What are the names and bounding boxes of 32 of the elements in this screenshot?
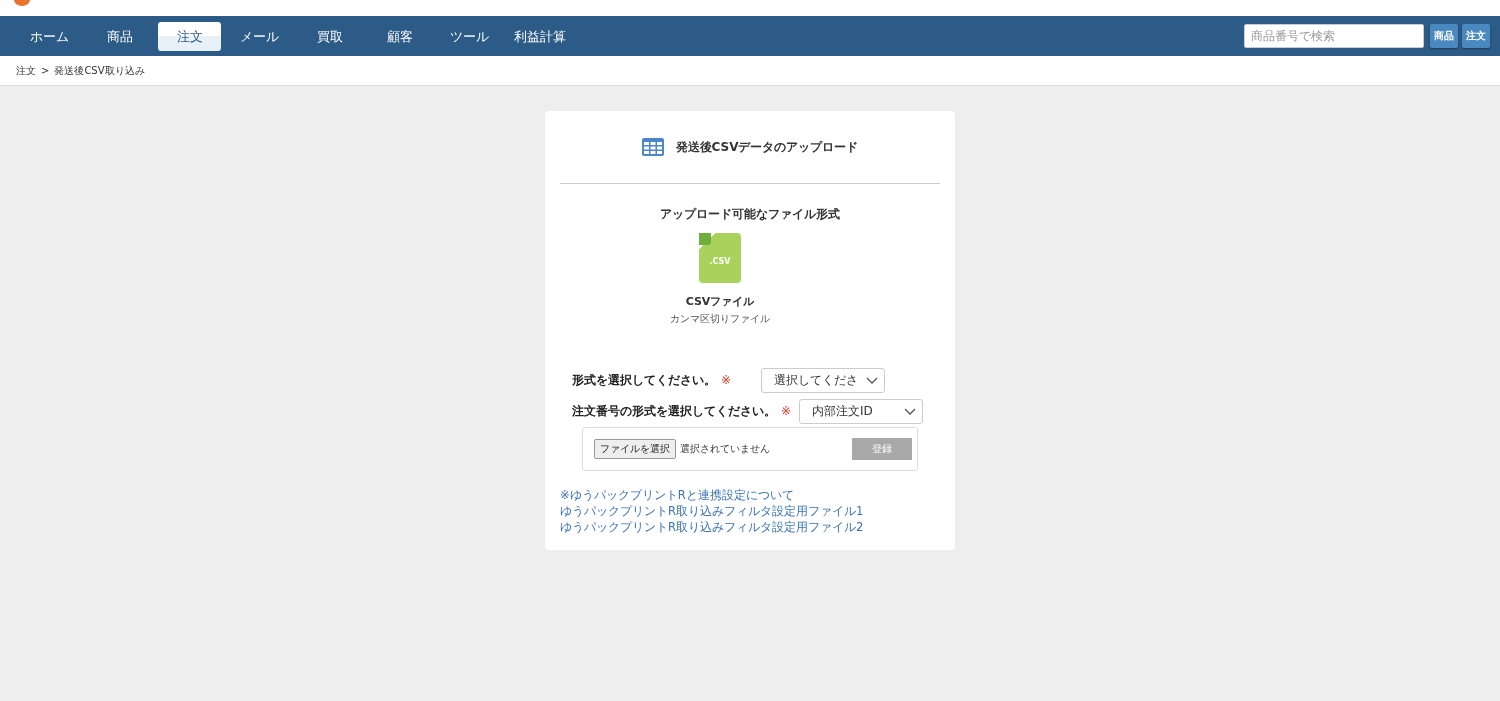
table-icon	[641, 138, 664, 156]
nav-tab[interactable]: 利益計算	[508, 21, 571, 51]
file-status: 選択されていません	[680, 442, 771, 456]
nav-tab[interactable]: ホーム	[18, 21, 81, 51]
search-field[interactable]: 商品番号で検索	[1244, 24, 1424, 48]
nav-tab[interactable]: 注文	[158, 21, 221, 51]
csv-file-icon: .CSV	[699, 233, 741, 283]
chevron-down-icon	[866, 376, 879, 385]
field-label: 注文番号の形式を選択してください。 ※	[572, 403, 792, 420]
search-button[interactable]: 商品	[1430, 24, 1458, 48]
formats-heading: アップロード可能なファイル形式	[659, 206, 841, 223]
chevron-down-icon	[904, 407, 917, 416]
help-link[interactable]: ※ゆうパックプリントRと連携設定について	[560, 488, 940, 503]
nav-tab[interactable]: 買取	[298, 21, 361, 51]
nav-tab[interactable]: 商品	[88, 21, 151, 51]
file-type-name: CSVファイル	[685, 294, 755, 309]
nav-tab[interactable]: メール	[228, 21, 291, 51]
logo-icon	[14, 0, 30, 6]
card-title: 発送後CSVデータのアップロード	[675, 138, 859, 156]
field-label: 形式を選択してください。 ※	[572, 372, 732, 389]
breadcrumb-item[interactable]: 注文	[16, 63, 36, 78]
format-select[interactable]: 内部注文ID	[799, 399, 924, 424]
help-link[interactable]: ゆうパックプリントR取り込みフィルタ設定用ファイル1	[560, 504, 940, 519]
help-link[interactable]: ゆうパックプリントR取り込みフィルタ設定用ファイル2	[560, 520, 940, 535]
breadcrumb-separator: >	[41, 65, 50, 76]
search-button[interactable]: 注文	[1462, 24, 1490, 48]
file-type-description: カンマ区切りファイル	[670, 312, 770, 326]
format-select[interactable]: 選択してくださ	[761, 368, 886, 393]
breadcrumb-item: 発送後CSV取り込み	[54, 63, 145, 78]
choose-file-button[interactable]: ファイルを選択	[594, 439, 676, 459]
nav-tab[interactable]: 顧客	[368, 21, 431, 51]
nav-tab[interactable]: ツール	[438, 21, 501, 51]
